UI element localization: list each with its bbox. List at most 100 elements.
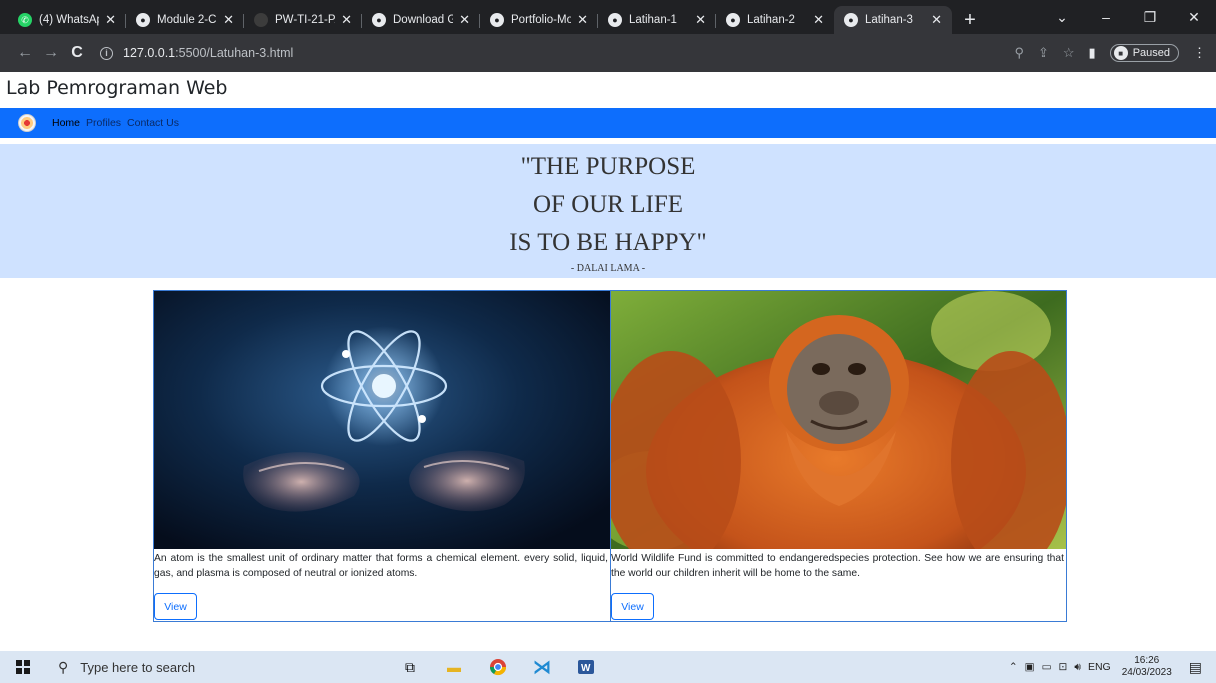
tab-title: Portfolio-Mo — [511, 14, 572, 26]
pinned-apps: ⧉ ▬ ⋊ W — [400, 657, 596, 677]
close-icon[interactable]: ✕ — [341, 12, 352, 28]
close-icon[interactable]: ✕ — [813, 12, 824, 28]
close-window-icon[interactable]: ✕ — [1172, 9, 1216, 26]
language-indicator[interactable]: ENG — [1088, 661, 1111, 673]
nav-link-home[interactable]: Home — [52, 117, 80, 129]
globe-icon: ● — [136, 13, 150, 27]
close-icon[interactable]: ✕ — [105, 12, 116, 28]
taskbar: ⚲ Type here to search ⧉ ▬ ⋊ W ⌃ ▣ ▭ ⊡ 🔊︎… — [0, 651, 1216, 683]
card-orangutan: World Wildlife Fund is committed to enda… — [610, 291, 1066, 621]
show-hidden-icons-icon[interactable]: ⌃ — [1009, 661, 1018, 673]
card-group: An atom is the smallest unit of ordinary… — [153, 290, 1067, 622]
atom-in-hands-photo — [154, 291, 610, 549]
bookmark-star-icon[interactable]: ☆ — [1063, 45, 1075, 61]
tab-title: (4) WhatsApp — [39, 14, 99, 26]
volume-icon[interactable]: 🔊︎ — [1074, 661, 1081, 674]
search-placeholder: Type here to search — [80, 659, 196, 675]
whatsapp-icon: ✆ — [18, 13, 32, 27]
reload-icon[interactable]: C — [64, 44, 90, 62]
info-icon[interactable]: i — [100, 46, 113, 60]
window-controls: ⌄ – ❐ ✕ — [1040, 0, 1216, 34]
chrome-icon[interactable] — [488, 657, 508, 677]
restore-icon[interactable]: ❐ — [1128, 9, 1172, 26]
close-icon[interactable]: ✕ — [459, 12, 470, 28]
tab-download[interactable]: ● Download Gi ✕ — [362, 6, 480, 34]
more-menu-icon[interactable]: ⋮ — [1193, 45, 1206, 61]
card-text: World Wildlife Fund is committed to enda… — [611, 553, 1064, 579]
view-button[interactable]: View — [611, 593, 654, 620]
url-host: 127.0.0.1 — [123, 46, 176, 60]
quote-author: - DALAI LAMA - — [570, 263, 646, 274]
tab-title: PW-TI-21-PA — [275, 14, 335, 26]
action-center-icon[interactable]: ▤ — [1189, 659, 1202, 676]
tab-latihan-3[interactable]: ● Latihan-3 ✕ — [834, 6, 952, 34]
globe-icon: ● — [490, 13, 504, 27]
close-icon[interactable]: ✕ — [695, 12, 706, 28]
quote-line: IS TO BE HAPPY" — [509, 229, 707, 256]
notification-app-icon[interactable]: ▣ — [1025, 661, 1035, 673]
tab-search-icon[interactable]: ⌄ — [1040, 9, 1084, 26]
tab-title: Latihan-2 — [747, 14, 795, 26]
forward-icon[interactable]: → — [38, 44, 64, 62]
windows-logo-icon — [16, 660, 30, 674]
nav-link-contact[interactable]: Contact Us — [127, 117, 179, 129]
orangutan-photo — [611, 291, 1066, 549]
quote-line: OF OUR LIFE — [532, 191, 683, 218]
globe-icon: ● — [726, 13, 740, 27]
profile-status: Paused — [1132, 47, 1170, 59]
address-bar[interactable]: i 127.0.0.1:5500/Latuhan-3.html — [100, 34, 293, 72]
start-button[interactable] — [0, 651, 46, 683]
zoom-icon[interactable]: ⚲ — [1014, 45, 1024, 61]
clock-date: 24/03/2023 — [1121, 667, 1172, 678]
tab-title: Latihan-3 — [865, 14, 913, 26]
tab-github[interactable]: PW-TI-21-PA ✕ — [244, 6, 362, 34]
tab-latihan-1[interactable]: ● Latihan-1 ✕ — [598, 6, 716, 34]
brand-logo-icon[interactable] — [18, 114, 36, 132]
file-explorer-icon[interactable]: ▬ — [444, 657, 464, 677]
quote-line: "THE PURPOSE — [520, 153, 696, 180]
word-icon[interactable]: W — [576, 657, 596, 677]
site-title: Lab Pemrograman Web — [6, 77, 228, 99]
browser-tab-strip: ✆ (4) WhatsApp ✕ ● Module 2-CS ✕ PW-TI-2… — [0, 0, 1216, 34]
minimize-icon[interactable]: – — [1084, 9, 1128, 25]
tab-module[interactable]: ● Module 2-CS ✕ — [126, 6, 244, 34]
close-icon[interactable]: ✕ — [223, 12, 234, 28]
new-tab-button[interactable]: + — [956, 6, 984, 34]
taskbar-search[interactable]: ⚲ Type here to search — [46, 651, 346, 683]
share-icon[interactable]: ⇪ — [1038, 45, 1049, 61]
globe-icon: ● — [608, 13, 622, 27]
close-icon[interactable]: ✕ — [577, 12, 588, 28]
toolbar-actions: ⚲ ⇪ ☆ ▮ ■ Paused ⋮ — [1014, 34, 1206, 72]
network-icon[interactable]: ⊡ — [1059, 661, 1068, 673]
system-tray: ⌃ ▣ ▭ ⊡ 🔊︎ ENG 16:26 24/03/2023 ▤ — [1009, 651, 1216, 683]
close-icon[interactable]: ✕ — [931, 12, 942, 28]
side-panel-icon[interactable]: ▮ — [1089, 45, 1096, 61]
tab-whatsapp[interactable]: ✆ (4) WhatsApp ✕ — [8, 6, 126, 34]
tab-title: Download Gi — [393, 14, 454, 26]
search-icon: ⚲ — [58, 658, 69, 675]
clock[interactable]: 16:26 24/03/2023 — [1122, 655, 1172, 679]
tab-title: Latihan-1 — [629, 14, 677, 26]
tab-title: Module 2-CS — [157, 14, 217, 26]
svg-text:W: W — [581, 663, 591, 674]
battery-icon[interactable]: ▭ — [1042, 661, 1052, 673]
card-text: An atom is the smallest unit of ordinary… — [154, 553, 608, 579]
nav-link-profiles[interactable]: Profiles — [86, 117, 121, 129]
vscode-icon[interactable]: ⋊ — [532, 657, 552, 677]
browser-toolbar: ← → C i 127.0.0.1:5500/Latuhan-3.html ⚲ … — [0, 34, 1216, 72]
back-icon[interactable]: ← — [12, 44, 38, 62]
github-icon — [254, 13, 268, 27]
clock-time: 16:26 — [1134, 655, 1160, 666]
view-button[interactable]: View — [154, 593, 197, 620]
tab-portfolio[interactable]: ● Portfolio-Mo ✕ — [480, 6, 598, 34]
url-path: :5500/Latuhan-3.html — [175, 46, 294, 60]
tab-latihan-2[interactable]: ● Latihan-2 ✕ — [716, 6, 834, 34]
profile-button[interactable]: ■ Paused — [1109, 44, 1179, 62]
globe-icon: ● — [844, 13, 858, 27]
task-view-icon[interactable]: ⧉ — [400, 657, 420, 677]
profile-avatar-icon: ■ — [1113, 46, 1128, 60]
quote-banner: "THE PURPOSE OF OUR LIFE IS TO BE HAPPY"… — [0, 144, 1216, 278]
card-atom: An atom is the smallest unit of ordinary… — [154, 291, 610, 621]
web-page: Lab Pemrograman Web Home Profiles Contac… — [0, 72, 1216, 651]
navbar: Home Profiles Contact Us — [0, 108, 1216, 138]
